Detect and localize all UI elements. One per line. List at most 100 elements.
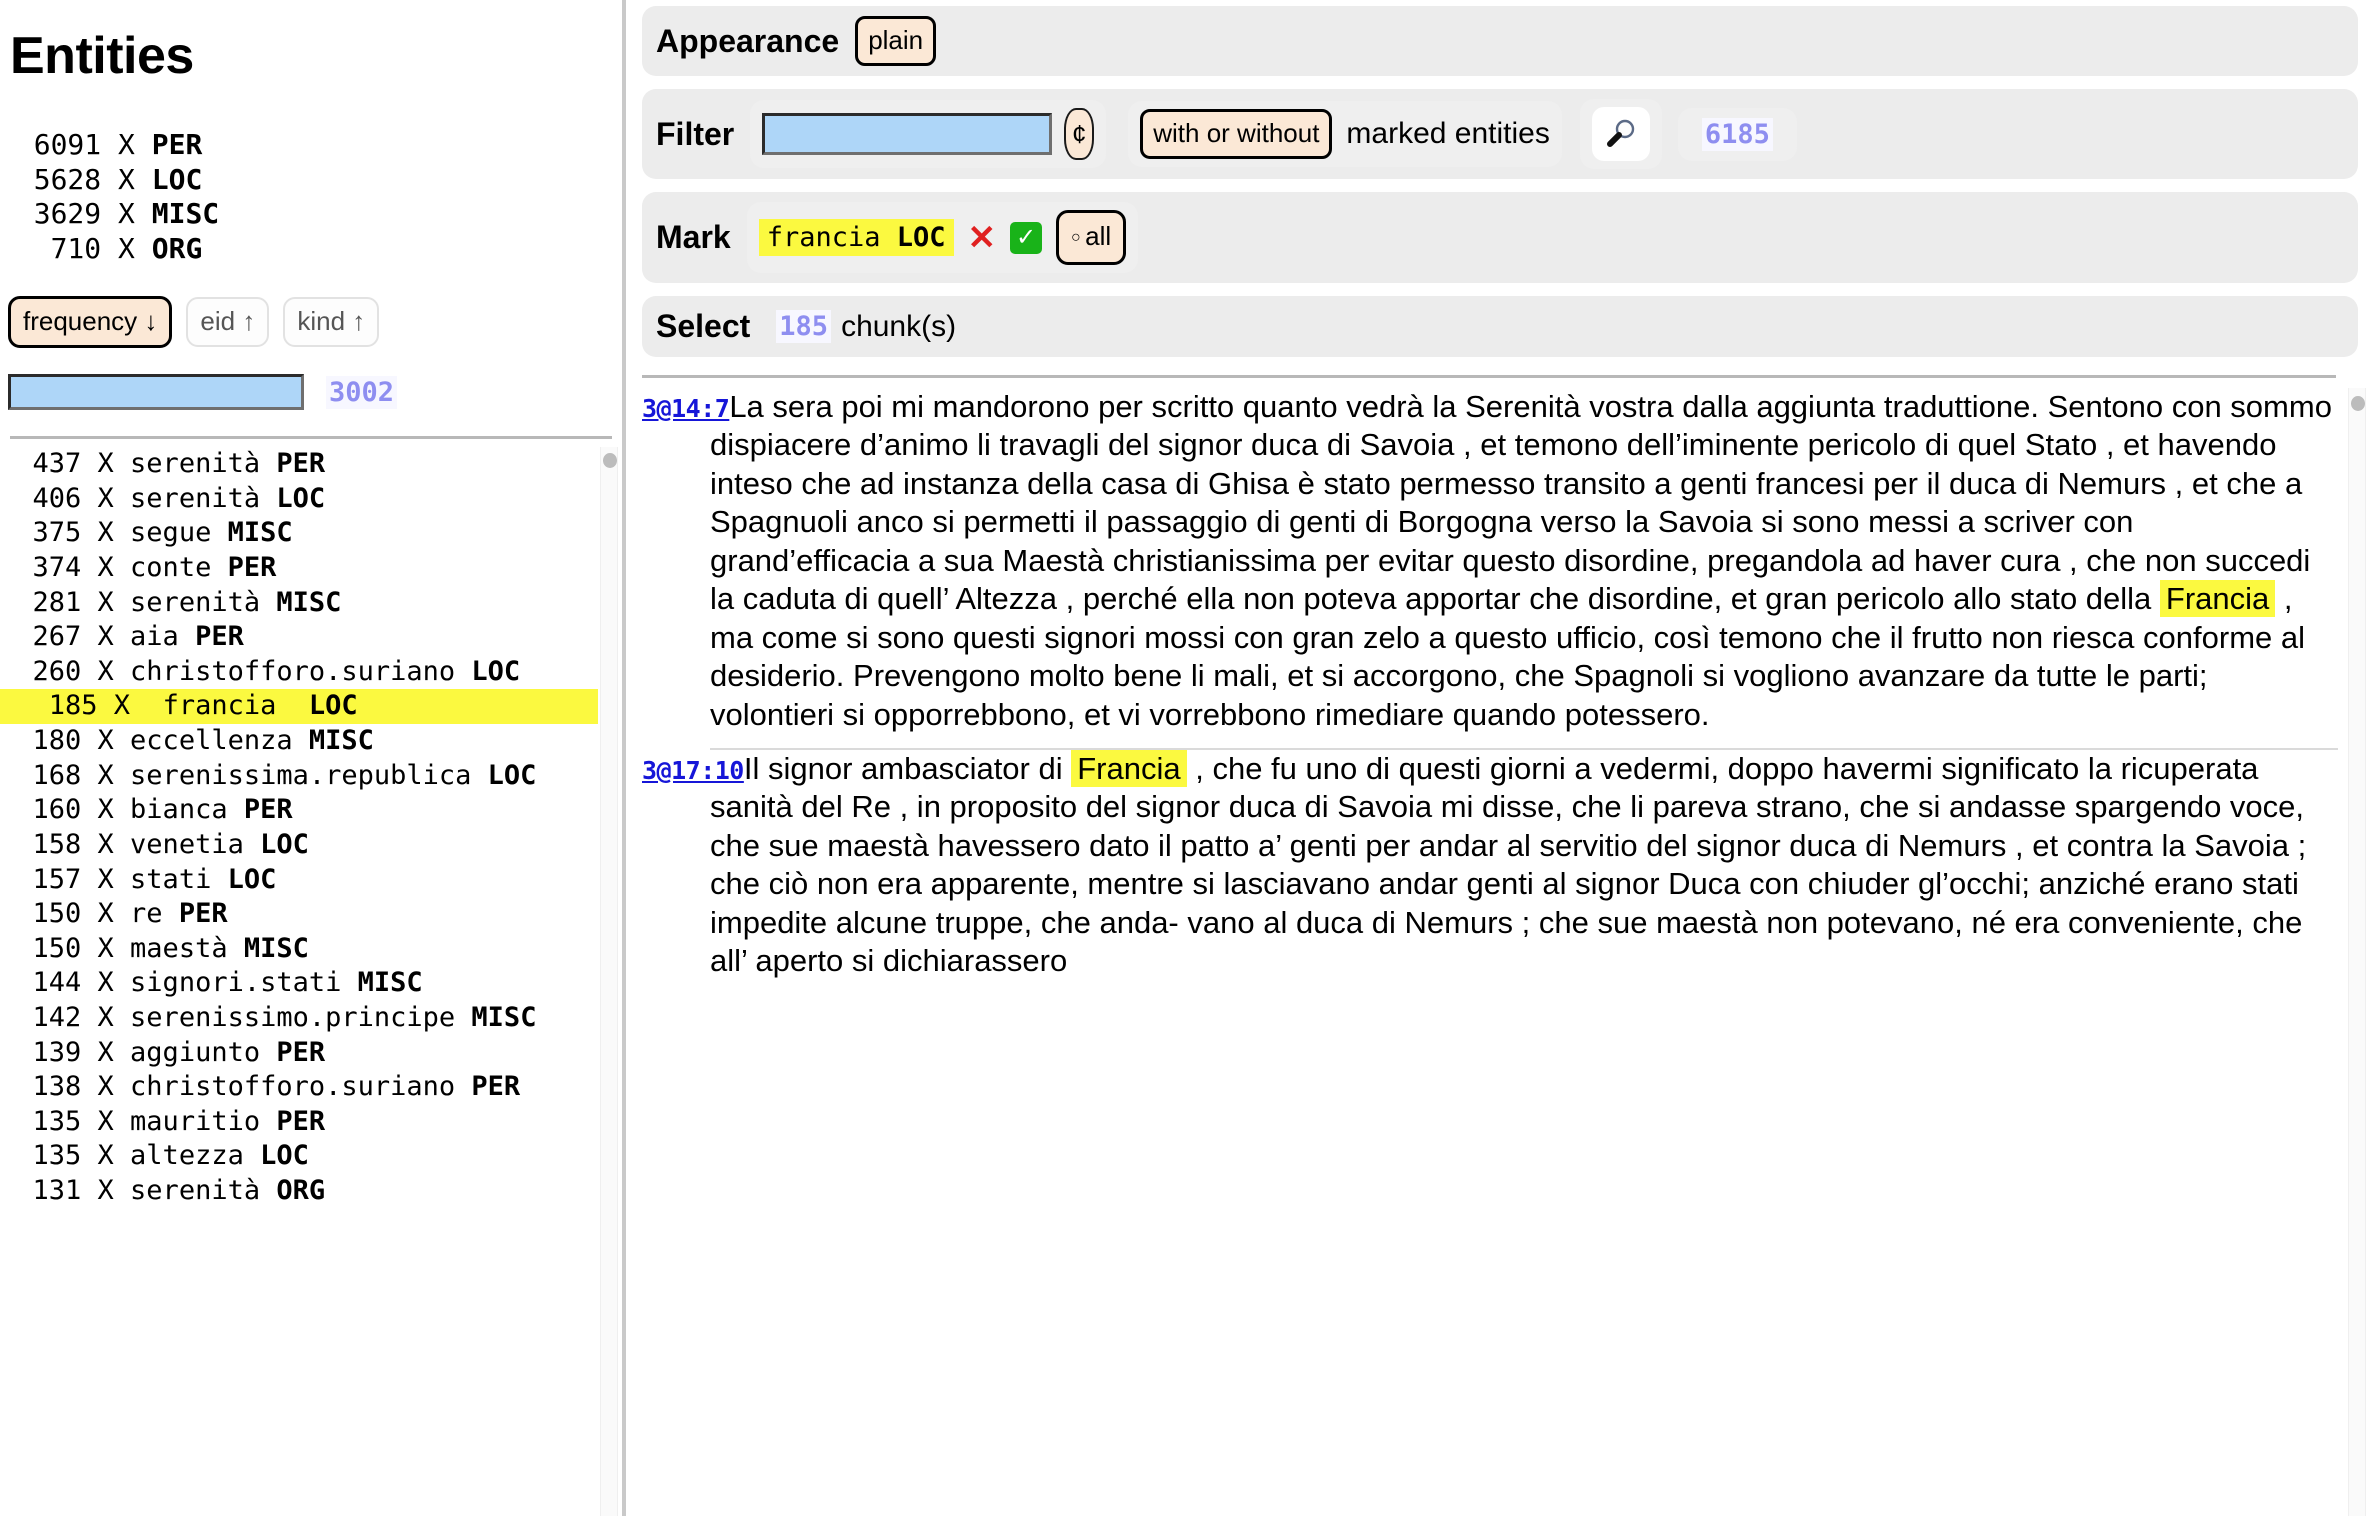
entity-kind: LOC bbox=[260, 828, 309, 860]
entity-mention[interactable]: haver cura bbox=[1914, 543, 2060, 578]
entity-list-item[interactable]: 150 X maestà MISC bbox=[0, 932, 598, 967]
entity-list-item[interactable]: 138 X christofforo.suriano PER bbox=[0, 1070, 598, 1105]
chunk-id-link[interactable]: 3@14:7 bbox=[642, 394, 730, 423]
select-chunk-count: 185 bbox=[776, 310, 832, 343]
confirm-mark-checkbox[interactable]: ✓ bbox=[1010, 221, 1043, 254]
filter-mode-group: with or without marked entities bbox=[1128, 101, 1562, 167]
magnifier-icon[interactable] bbox=[1591, 107, 1650, 161]
entity-name: serenissima.republica bbox=[130, 759, 488, 791]
entity-list-item[interactable]: 139 X aggiunto PER bbox=[0, 1036, 598, 1071]
entity-count: 267 X bbox=[0, 621, 131, 653]
sort-button-frequency[interactable]: frequency ↓ bbox=[8, 296, 173, 349]
entity-mention[interactable]: Maestà bbox=[1002, 543, 1104, 578]
entity-kind: LOC bbox=[260, 1140, 309, 1172]
kind-count-sep: X bbox=[101, 128, 152, 161]
mark-all-label: all bbox=[1085, 221, 1112, 251]
sidebar-header: Entities 6091 X PER 5628 X LOC 3629 X MI… bbox=[0, 0, 622, 440]
entity-mention[interactable]: Borgogna bbox=[1398, 504, 1532, 539]
entity-list-item[interactable]: 437 X serenità PER bbox=[0, 447, 598, 482]
entity-list-item[interactable]: 157 X stati LOC bbox=[0, 863, 598, 898]
entity-list-item[interactable]: 267 X aia PER bbox=[0, 620, 598, 655]
appearance-mode-button[interactable]: plain bbox=[855, 16, 937, 66]
highlighted-entity[interactable]: Francia bbox=[2159, 580, 2276, 618]
scrollbar-thumb[interactable] bbox=[2351, 396, 2365, 411]
entity-list-item[interactable]: 260 X christofforo.suriano LOC bbox=[0, 655, 598, 690]
entity-mention[interactable]: Savoia bbox=[1658, 504, 1753, 539]
entity-filter-input[interactable] bbox=[8, 374, 304, 411]
entity-list-item[interactable]: 142 X serenissimo.principe MISC bbox=[0, 1001, 598, 1036]
entity-list-item[interactable]: 160 X bianca PER bbox=[0, 793, 598, 828]
chunk: 3@17:10Il signor ambasciator di Francia … bbox=[642, 749, 2338, 981]
entity-mention[interactable]: Spagnuoli bbox=[710, 504, 848, 539]
mark-chip-group: francia LOC ✕ ✓ ○ all bbox=[746, 202, 1139, 273]
entity-name: serenissimo.principe bbox=[130, 1001, 472, 1033]
entity-list-scrollbar[interactable] bbox=[600, 447, 618, 1516]
entity-count: 139 X bbox=[0, 1036, 131, 1068]
filter-mode-button[interactable]: with or without bbox=[1140, 109, 1333, 159]
sort-button-kind[interactable]: kind ↑ bbox=[283, 297, 380, 348]
entity-count: 131 X bbox=[0, 1174, 131, 1206]
appearance-label: Appearance bbox=[656, 22, 840, 59]
entity-kind: MISC bbox=[471, 1001, 537, 1033]
mark-card: Mark francia LOC ✕ ✓ ○ all bbox=[642, 192, 2358, 283]
entity-name: aggiunto bbox=[130, 1036, 277, 1068]
entity-list-item[interactable]: 144 X signori.stati MISC bbox=[0, 966, 598, 1001]
entity-count: 168 X bbox=[0, 759, 131, 791]
scrollbar-thumb[interactable] bbox=[603, 453, 617, 469]
entity-count: 135 X bbox=[0, 1140, 131, 1172]
entity-mention[interactable]: Spagnoli bbox=[1573, 658, 1694, 693]
marked-entity-chip[interactable]: francia LOC bbox=[758, 219, 954, 256]
entity-list-item[interactable]: 158 X venetia LOC bbox=[0, 828, 598, 863]
cent-icon-button[interactable]: ¢ bbox=[1064, 108, 1095, 160]
entity-list-item[interactable]: 180 X eccellenza MISC bbox=[0, 724, 598, 759]
entity-kind: PER bbox=[195, 621, 244, 653]
plain-text: è stato permesso transito a genti france… bbox=[1289, 465, 2058, 501]
filter-input-group: ¢ bbox=[750, 100, 1107, 168]
entity-mention[interactable]: Serenità bbox=[1465, 389, 1580, 424]
entity-mention[interactable]: duca di Savoia bbox=[1229, 789, 1432, 824]
entity-list-item[interactable]: 168 X serenissima.republica LOC bbox=[0, 759, 598, 794]
entity-mention[interactable]: Duca bbox=[1668, 866, 1740, 901]
main-panel: Appearance plain Filter ¢ with or withou… bbox=[626, 0, 2374, 1516]
entity-mention[interactable]: Savoia bbox=[2194, 828, 2289, 863]
entity-mention[interactable]: Nemurs bbox=[1898, 828, 2007, 863]
entity-list-item[interactable]: 150 X re PER bbox=[0, 897, 598, 932]
entity-mention[interactable]: Re bbox=[851, 789, 891, 824]
highlighted-entity[interactable]: Francia bbox=[1071, 749, 1187, 787]
entity-name: mauritio bbox=[130, 1105, 277, 1137]
entity-count: 142 X bbox=[0, 1001, 131, 1033]
entity-mention[interactable]: Stato bbox=[2025, 427, 2097, 462]
chunk-text: La sera poi mi mandorono per scritto qua… bbox=[710, 389, 2332, 732]
chunk-id-link[interactable]: 3@17:10 bbox=[642, 756, 744, 785]
entity-list-item[interactable]: 185 X francia LOC bbox=[0, 689, 598, 725]
entity-list[interactable]: 437 X serenità PER 406 X serenità LOC 37… bbox=[0, 447, 598, 1516]
entity-list-item[interactable]: 131 X serenità ORG bbox=[0, 1174, 598, 1209]
entity-mention[interactable]: duca di Savoia bbox=[1251, 427, 1454, 462]
sort-button-eid[interactable]: eid ↑ bbox=[186, 297, 270, 348]
remove-mark-icon[interactable]: ✕ bbox=[968, 221, 997, 255]
entity-list-item[interactable]: 406 X serenità LOC bbox=[0, 482, 598, 517]
entity-list-item[interactable]: 374 X conte PER bbox=[0, 551, 598, 586]
entity-mention[interactable]: Nemurs bbox=[1405, 905, 1514, 940]
entity-name: serenità bbox=[130, 482, 277, 514]
entity-list-item[interactable]: 135 X altezza LOC bbox=[0, 1139, 598, 1174]
entity-name: bianca bbox=[130, 794, 244, 826]
entity-list-item[interactable]: 375 X segue MISC bbox=[0, 516, 598, 551]
kind-count-label: PER bbox=[151, 128, 203, 161]
entity-list-item[interactable]: 281 X serenità MISC bbox=[0, 586, 598, 621]
kind-count-label: LOC bbox=[151, 162, 203, 196]
entity-mention[interactable]: Ghisa bbox=[1208, 466, 1289, 501]
mark-all-button[interactable]: ○ all bbox=[1056, 210, 1127, 265]
entity-list-item[interactable]: 135 X mauritio PER bbox=[0, 1105, 598, 1140]
entity-kind: PER bbox=[243, 794, 293, 826]
chunks-list: 3@14:7La sera poi mi mandorono per scrit… bbox=[642, 388, 2338, 1516]
chunks-scrollbar[interactable] bbox=[2348, 388, 2366, 1516]
entity-mention[interactable]: Nemurs bbox=[2058, 466, 2167, 501]
filter-search-input[interactable] bbox=[762, 113, 1053, 155]
mark-label: Mark bbox=[656, 219, 731, 255]
entity-mention[interactable]: Altezza bbox=[955, 581, 1057, 616]
entity-kind-count-row: 3629 X MISC bbox=[0, 197, 622, 232]
kind-count-label: ORG bbox=[151, 231, 203, 265]
entity-kind-counts: 6091 X PER 5628 X LOC 3629 X MISC 710 X … bbox=[0, 128, 622, 266]
entity-count: 374 X bbox=[0, 552, 131, 584]
